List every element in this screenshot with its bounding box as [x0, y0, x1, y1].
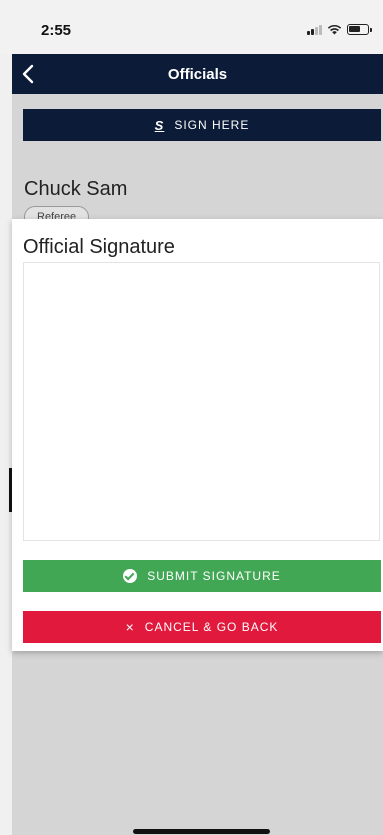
submit-signature-label: SUBMIT SIGNATURE — [147, 569, 281, 583]
wifi-icon — [327, 24, 342, 35]
page-title: Officials — [167, 66, 228, 83]
left-edge — [0, 54, 12, 835]
cancel-go-back-button[interactable]: × CANCEL & GO BACK — [23, 611, 381, 643]
status-icons — [307, 24, 372, 35]
status-bar: 2:55 — [0, 0, 383, 54]
signature-pad[interactable] — [23, 262, 380, 541]
official-name: Chuck Sam — [24, 178, 128, 200]
status-time: 2:55 — [41, 22, 72, 39]
sign-here-button[interactable]: S SIGN HERE — [23, 109, 381, 141]
battery-icon — [347, 24, 372, 35]
signature-icon: S — [154, 117, 165, 133]
sign-here-label: SIGN HERE — [174, 118, 250, 132]
home-indicator[interactable] — [133, 829, 270, 834]
app-screen: 2:55 Officials S SIGN HERE Chuck Sam Ref… — [0, 0, 383, 835]
check-circle-icon — [123, 569, 138, 583]
cancel-go-back-label: CANCEL & GO BACK — [144, 620, 279, 634]
signature-modal: Official Signature SUBMIT SIGNATURE × CA… — [12, 219, 383, 651]
close-icon: × — [125, 619, 135, 635]
modal-title: Official Signature — [23, 236, 175, 258]
cellular-signal-icon — [307, 24, 322, 35]
navbar: Officials — [12, 54, 383, 94]
submit-signature-button[interactable]: SUBMIT SIGNATURE — [23, 560, 381, 592]
